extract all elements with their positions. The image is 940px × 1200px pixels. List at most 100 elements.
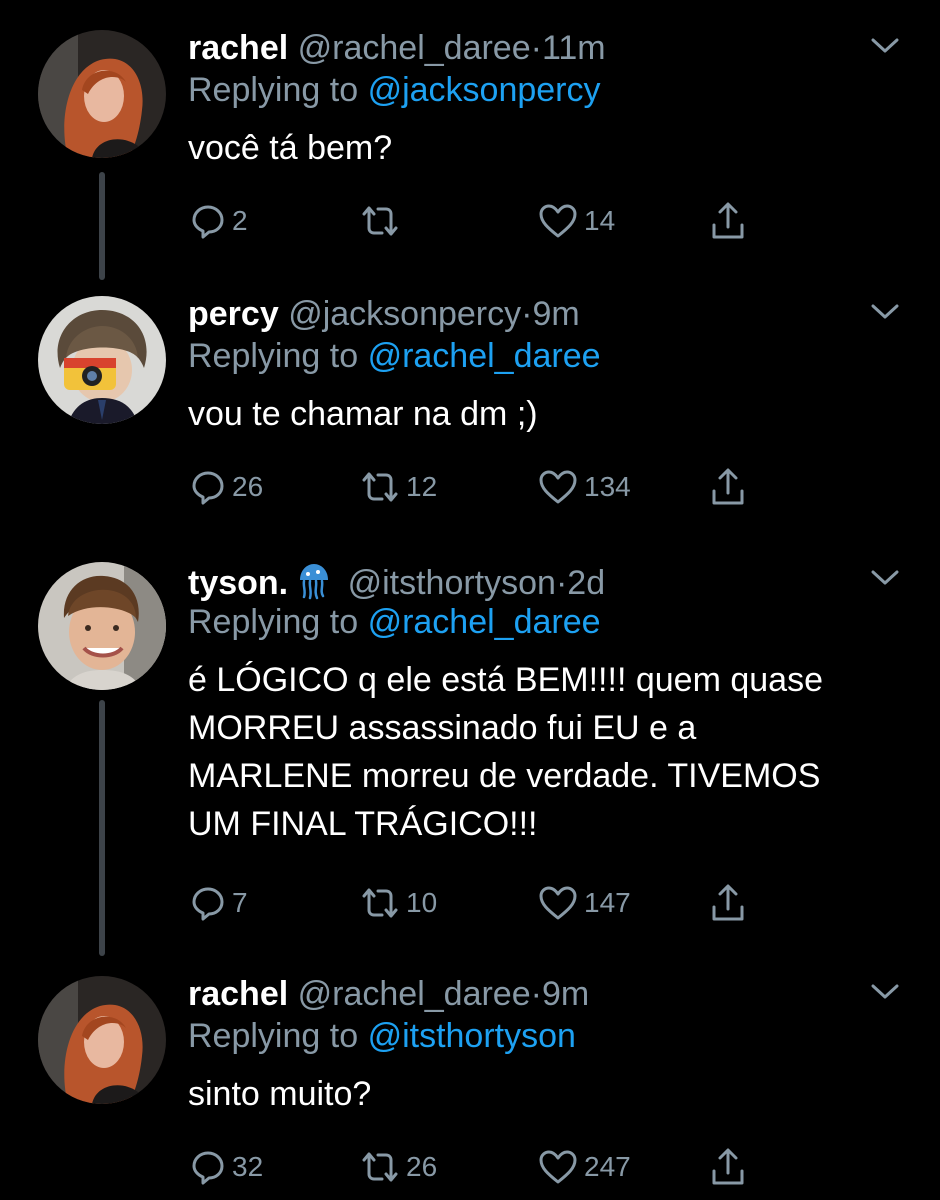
share-button[interactable] <box>710 880 746 926</box>
share-icon <box>712 202 744 239</box>
avatar[interactable] <box>38 296 166 424</box>
replying-to-label: Replying to <box>188 337 359 375</box>
tweet-text: você tá bem? <box>188 129 393 167</box>
heart-icon <box>539 1150 577 1184</box>
avatar[interactable] <box>38 30 166 158</box>
reply-button[interactable]: 7 <box>190 880 248 926</box>
heart-icon <box>539 886 577 920</box>
user-handle[interactable]: @itsthortyson <box>348 564 556 602</box>
tweet[interactable]: rachel @rachel_daree·9m Replying to @its… <box>0 948 940 1200</box>
timestamp[interactable]: 9m <box>532 295 579 333</box>
reply-icon <box>192 471 224 505</box>
tweet-header: rachel @rachel_daree·11m <box>188 28 900 68</box>
tweet-header: percy @jacksonpercy·9m <box>188 294 900 334</box>
like-button[interactable]: 14 <box>538 198 615 244</box>
separator-dot: · <box>530 29 542 67</box>
user-handle[interactable]: @rachel_daree <box>298 29 531 67</box>
avatar-red-hair-icon <box>38 30 166 158</box>
reply-count: 2 <box>232 205 248 236</box>
like-button[interactable]: 134 <box>538 464 631 510</box>
display-name[interactable]: rachel <box>188 29 288 67</box>
replying-to-label: Replying to <box>188 1017 359 1055</box>
retweet-button[interactable]: 26 <box>360 1144 437 1190</box>
heart-icon <box>539 470 577 504</box>
reply-icon <box>192 205 224 239</box>
reply-button[interactable]: 26 <box>190 464 263 510</box>
tweet-header: tyson. @itsthortyson·2d <box>188 560 900 602</box>
avatar-smiling-boy-icon <box>38 562 166 690</box>
mention-link[interactable]: @jacksonpercy <box>368 71 601 109</box>
separator-dot: · <box>530 975 542 1013</box>
like-button[interactable]: 247 <box>538 1144 631 1190</box>
tweet-text: sinto muito? <box>188 1075 372 1113</box>
tweet-text-line: UM FINAL TRÁGICO!!! <box>188 805 538 843</box>
like-count: 247 <box>584 1151 631 1182</box>
tweet[interactable]: tyson. @itsthortyson·2d Replying to @rac… <box>0 538 940 948</box>
replying-to: Replying to @rachel_daree <box>188 600 900 644</box>
reply-button[interactable]: 32 <box>190 1144 263 1190</box>
like-button[interactable]: 147 <box>538 880 631 926</box>
replying-to-label: Replying to <box>188 603 359 641</box>
display-name[interactable]: percy <box>188 295 279 333</box>
avatar-curly-hair-camera-icon <box>38 296 166 424</box>
share-icon <box>712 884 744 921</box>
user-handle[interactable]: @jacksonpercy <box>288 295 521 333</box>
replying-to: Replying to @jacksonpercy <box>188 68 900 112</box>
like-count: 134 <box>584 471 631 502</box>
share-button[interactable] <box>710 464 746 510</box>
tweet-actions: 2 14 <box>188 198 788 244</box>
tweet[interactable]: rachel @rachel_daree·11m Replying to @ja… <box>0 0 940 270</box>
retweet-icon <box>362 472 398 502</box>
retweet-icon <box>362 888 398 918</box>
tweet[interactable]: percy @jacksonpercy·9m Replying to @rach… <box>0 270 940 538</box>
tweet-text: vou te chamar na dm ;) <box>188 395 538 433</box>
share-button[interactable] <box>710 198 746 244</box>
separator-dot: · <box>555 564 568 602</box>
retweet-button[interactable] <box>360 198 406 244</box>
share-icon <box>712 1148 744 1185</box>
display-name[interactable]: tyson. <box>188 564 288 602</box>
avatar-red-hair-icon <box>38 976 166 1104</box>
tweet-actions: 26 12 134 <box>188 464 788 510</box>
timestamp[interactable]: 2d <box>567 564 605 602</box>
tweet-header: rachel @rachel_daree·9m <box>188 974 900 1014</box>
like-count: 14 <box>584 205 616 236</box>
retweet-button[interactable]: 12 <box>360 464 437 510</box>
reply-button[interactable]: 2 <box>190 198 248 244</box>
retweet-icon <box>362 1152 398 1182</box>
chevron-down-icon[interactable] <box>870 302 900 322</box>
reply-count: 32 <box>232 1151 264 1182</box>
chevron-down-icon[interactable] <box>870 982 900 1002</box>
tweet-text-line: MORREU assassinado fui EU e a <box>188 709 697 747</box>
retweet-count: 26 <box>406 1151 438 1182</box>
share-icon <box>712 468 744 505</box>
reply-icon <box>192 1151 224 1185</box>
jellyfish-icon <box>300 564 329 600</box>
tweet-text-line: MARLENE morreu de verdade. TIVEMOS <box>188 757 821 795</box>
tweet-actions: 32 26 247 <box>188 1144 788 1190</box>
user-handle[interactable]: @rachel_daree <box>298 975 531 1013</box>
mention-link[interactable]: @itsthortyson <box>368 1017 576 1055</box>
chevron-down-icon[interactable] <box>870 36 900 56</box>
mention-link[interactable]: @rachel_daree <box>368 337 601 375</box>
reply-count: 7 <box>232 887 248 918</box>
reply-icon <box>192 887 224 921</box>
replying-to-label: Replying to <box>188 71 359 109</box>
heart-icon <box>539 204 577 238</box>
avatar[interactable] <box>38 976 166 1104</box>
retweet-button[interactable]: 10 <box>360 880 437 926</box>
mention-link[interactable]: @rachel_daree <box>368 603 601 641</box>
replying-to: Replying to @itsthortyson <box>188 1014 900 1058</box>
tweet-text-line: é LÓGICO q ele está BEM!!!! quem quase <box>188 661 823 699</box>
replying-to: Replying to @rachel_daree <box>188 334 900 378</box>
timestamp[interactable]: 11m <box>542 29 606 67</box>
timestamp[interactable]: 9m <box>542 975 589 1013</box>
tweet-actions: 7 10 147 <box>188 880 788 926</box>
chevron-down-icon[interactable] <box>870 568 900 588</box>
separator-dot: · <box>521 295 533 333</box>
display-name[interactable]: rachel <box>188 975 288 1013</box>
avatar[interactable] <box>38 562 166 690</box>
reply-count: 26 <box>232 471 264 502</box>
retweet-count: 12 <box>406 471 438 502</box>
share-button[interactable] <box>710 1144 746 1190</box>
